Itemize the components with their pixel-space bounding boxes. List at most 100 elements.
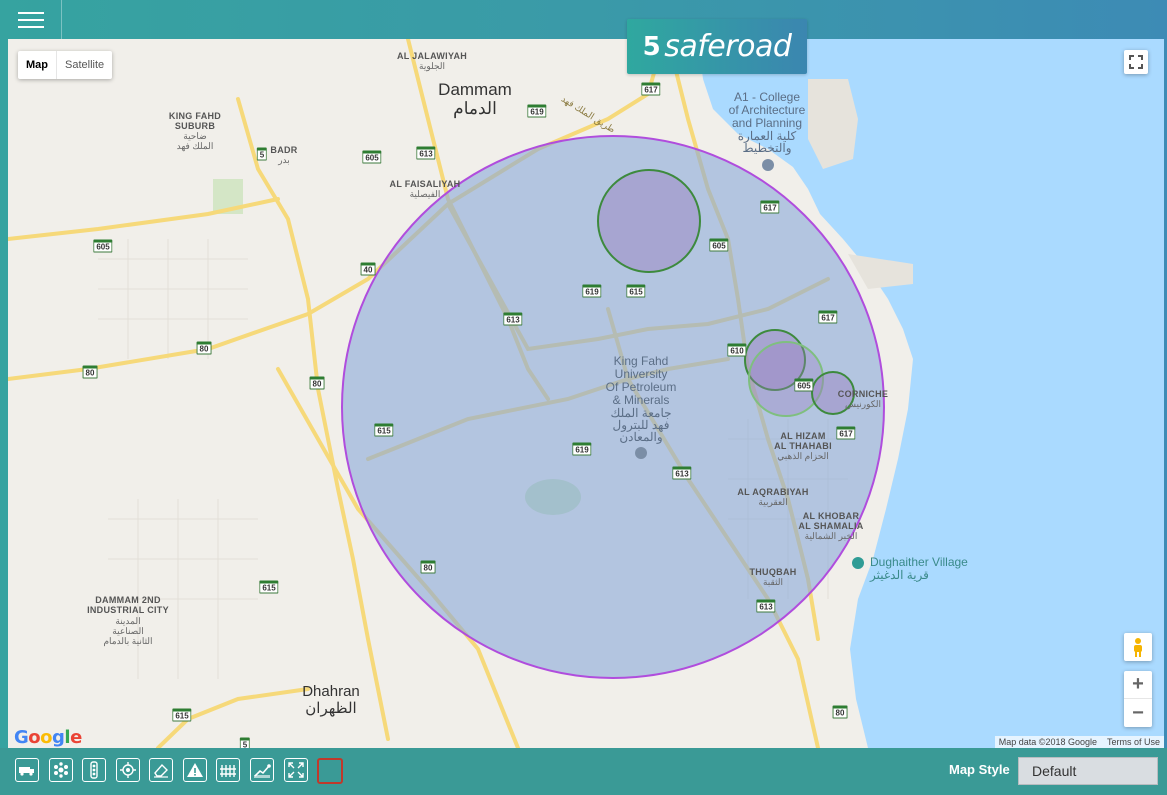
road-shield: 613 — [416, 146, 436, 160]
road-shield: 605 — [93, 239, 113, 253]
zoom-out-button[interactable]: − — [1124, 699, 1152, 727]
logo-text: saferoad — [664, 29, 792, 64]
road-shield: 40 — [360, 262, 376, 276]
pegman-icon — [1134, 638, 1142, 657]
empty-tool[interactable] — [317, 758, 343, 784]
location-tool[interactable] — [116, 758, 140, 782]
road-shield: 617 — [760, 200, 780, 214]
map-attribution: Map data ©2018 Google Terms of Use — [994, 736, 1164, 748]
saferoad-logo: 5 saferoad — [627, 19, 807, 74]
crosshair-icon — [120, 762, 136, 778]
fullscreen-icon — [1129, 55, 1143, 69]
road-shield: 605 — [362, 150, 382, 164]
map-style-select[interactable]: Default — [1018, 757, 1158, 785]
bottom-toolbar: Map Style Default — [0, 748, 1167, 795]
expand-icon — [288, 762, 304, 778]
menu-icon[interactable] — [0, 0, 62, 39]
road-shield: 617 — [836, 426, 856, 440]
road-shield: 80 — [309, 376, 325, 390]
zoom-control: + − — [1124, 671, 1152, 727]
terms-link[interactable]: Terms of Use — [1107, 737, 1160, 747]
road-shield: 613 — [756, 599, 776, 613]
eraser-icon — [154, 763, 168, 778]
road-shield: 5 — [256, 147, 268, 161]
geofence-small[interactable] — [597, 169, 701, 273]
map-canvas[interactable]: Dammam الدمام Dhahran الظهران AL JALAWIY… — [8, 39, 1164, 748]
label-dughaither-ar: قرية الدغيثر — [870, 568, 929, 582]
label-king-fahd-suburb: SUBURB — [174, 121, 216, 131]
label-al-khobar-ar: الخبر الشمالية — [804, 531, 858, 541]
road-shield: 605 — [709, 238, 729, 252]
label-dammam: Dammam — [438, 80, 512, 99]
label-al-aqrabiyah-ar: العقربية — [758, 497, 788, 507]
map-data-text: Map data ©2018 Google — [998, 737, 1097, 747]
road-shield: 617 — [818, 310, 838, 324]
label-al-khobar: AL KHOBAR — [802, 511, 860, 521]
poi-pin-icon[interactable] — [852, 557, 864, 569]
route-tool[interactable] — [250, 758, 274, 782]
map-type-control: Map Satellite — [18, 51, 113, 79]
road-shield: 610 — [727, 343, 747, 357]
top-bar — [0, 0, 1167, 39]
label-dammam-2nd-ar: الثانية بالدمام — [103, 636, 153, 646]
road-shield: 613 — [503, 312, 523, 326]
road-shield: 5 — [239, 737, 251, 748]
road-shield: 619 — [527, 104, 547, 118]
cluster-tool[interactable] — [49, 758, 73, 782]
label-kfupm-ar: والمعادن — [619, 430, 663, 444]
warning-tool[interactable] — [183, 758, 207, 782]
traffic-tool[interactable] — [82, 758, 106, 782]
label-corniche-ar: الكورنيش — [845, 399, 881, 409]
truck-icon — [19, 767, 34, 776]
zoom-in-button[interactable]: + — [1124, 671, 1152, 699]
label-badr-ar: بدر — [278, 155, 290, 165]
fence-icon — [220, 765, 236, 777]
label-al-hizam: AL HIZAM — [780, 431, 826, 441]
road-shield: 615 — [172, 708, 192, 722]
label-al-hizam-ar: الحزام الذهبي — [777, 451, 829, 461]
fence-tool[interactable] — [216, 758, 240, 782]
vehicles-tool[interactable] — [15, 758, 39, 782]
label-a1-college-ar: والتخطيط — [742, 141, 792, 155]
road-shield: 615 — [374, 423, 394, 437]
label-thuqbah: THUQBAH — [749, 567, 797, 577]
road-shield: 80 — [832, 705, 848, 719]
label-al-faisaliyah-ar: الفيصلية — [409, 189, 441, 199]
fullscreen-button[interactable] — [1124, 50, 1148, 74]
label-dammam-2nd: INDUSTRIAL CITY — [87, 605, 169, 615]
poi-pin-icon[interactable] — [635, 447, 647, 459]
road-shield: 619 — [582, 284, 602, 298]
fullscreen-tool[interactable] — [284, 758, 308, 782]
road-shield: 617 — [641, 82, 661, 96]
eraser-tool[interactable] — [149, 758, 173, 782]
google-logo[interactable]: Google — [14, 727, 82, 748]
warning-icon — [187, 763, 203, 777]
road-shield: 613 — [672, 466, 692, 480]
label-al-hizam: AL THAHABI — [774, 441, 832, 451]
label-al-jalawiyah-ar: الجلوية — [418, 61, 446, 71]
road-shield: 619 — [572, 442, 592, 456]
label-al-jalawiyah: AL JALAWIYAH — [396, 51, 468, 61]
road-shield: 615 — [626, 284, 646, 298]
logo-mark: 5 — [642, 31, 661, 62]
label-thuqbah-ar: الثقبة — [762, 577, 784, 587]
label-al-faisaliyah: AL FAISALIYAH — [389, 179, 461, 189]
label-dammam-ar: الدمام — [453, 99, 497, 118]
label-al-khobar: AL SHAMALIA — [798, 521, 864, 531]
street-view-button[interactable] — [1124, 633, 1152, 661]
cluster-icon — [54, 762, 68, 778]
map-style-label: Map Style — [949, 762, 1010, 777]
label-corniche: CORNICHE — [837, 389, 889, 399]
road-shield: 615 — [259, 580, 279, 594]
label-al-aqrabiyah: AL AQRABIYAH — [737, 487, 809, 497]
label-king-fahd-suburb: KING FAHD — [168, 111, 222, 121]
label-king-fahd-suburb-ar: الملك فهد — [176, 141, 214, 151]
label-dhahran-ar: الظهران — [305, 700, 357, 717]
poi-pin-icon[interactable] — [762, 159, 774, 171]
map-type-satellite-button[interactable]: Satellite — [57, 51, 112, 79]
label-badr: BADR — [270, 145, 298, 155]
label-dammam-2nd: DAMMAM 2ND — [95, 595, 161, 605]
map-type-map-button[interactable]: Map — [18, 51, 57, 79]
road-shield: 80 — [82, 365, 98, 379]
traffic-light-icon — [90, 761, 98, 779]
